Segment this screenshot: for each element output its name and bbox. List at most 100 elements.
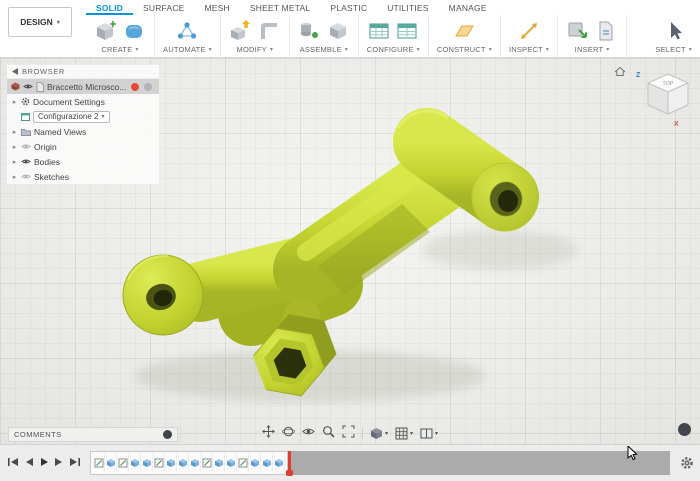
timeline-feature-sketch-icon[interactable]	[117, 453, 129, 473]
ribbon-group-inspect: INSPECT▾	[501, 15, 558, 58]
inspect-dropdown[interactable]: INSPECT▾	[509, 45, 549, 54]
ribbon: DESIGN ▾ SOLID SURFACE MESH SHEET METAL …	[0, 0, 700, 58]
step-back-icon	[24, 457, 34, 467]
configuration-table-button[interactable]	[367, 19, 391, 43]
tab-mesh[interactable]: MESH	[195, 0, 240, 15]
disclosure-icon[interactable]: ▸	[11, 143, 18, 151]
display-settings-button[interactable]: ▾	[370, 427, 388, 440]
new-component-button[interactable]	[94, 19, 118, 43]
timeline-feature-sketch-icon[interactable]	[93, 453, 105, 473]
construct-plane-button[interactable]	[452, 19, 476, 43]
browser-row-named-views[interactable]: ▸ Named Views	[7, 124, 159, 139]
automate-dropdown[interactable]: AUTOMATE▾	[163, 45, 212, 54]
timeline-settings-button[interactable]	[680, 456, 694, 470]
browser-row-origin[interactable]: ▸ Origin	[7, 139, 159, 154]
eye-icon[interactable]	[21, 173, 31, 180]
configuration-select[interactable]: Configurazione 2 ▾	[33, 111, 110, 123]
timeline-feature-sketch-icon[interactable]	[153, 453, 165, 473]
viewport-3d[interactable]: BROWSER Braccetto Microsco... ▸ Document…	[0, 58, 700, 444]
play-button[interactable]	[38, 453, 50, 473]
configuration-table-icon	[21, 113, 30, 121]
create-dropdown[interactable]: CREATE▾	[101, 45, 138, 54]
eye-icon[interactable]	[23, 83, 33, 90]
timeline-feature-extrude-icon[interactable]	[225, 453, 237, 473]
tab-sheet-metal[interactable]: SHEET METAL	[240, 0, 320, 15]
timeline-feature-extrude-icon[interactable]	[105, 453, 117, 473]
timeline-feature-extrude-icon[interactable]	[129, 453, 141, 473]
go-to-end-button[interactable]	[68, 453, 82, 473]
tab-manage[interactable]: MANAGE	[439, 0, 497, 15]
form-icon	[122, 19, 146, 43]
tab-surface[interactable]: SURFACE	[133, 0, 195, 15]
joint-button[interactable]	[298, 19, 322, 43]
insert-button[interactable]	[566, 19, 590, 43]
tab-solid[interactable]: SOLID	[86, 0, 133, 15]
insert-dropdown[interactable]: INSERT▾	[575, 45, 610, 54]
select-button[interactable]	[662, 19, 686, 43]
automate-button[interactable]	[175, 19, 199, 43]
timeline-feature-extrude-icon[interactable]	[189, 453, 201, 473]
construct-dropdown[interactable]: CONSTRUCT▾	[437, 45, 492, 54]
create-form-button[interactable]	[122, 19, 146, 43]
timeline-feature-sketch-icon[interactable]	[201, 453, 213, 473]
comment-indicator-icon[interactable]	[163, 430, 172, 439]
grid-and-snaps-button[interactable]: ▾	[395, 427, 413, 440]
modify-dropdown[interactable]: MODIFY▾	[237, 45, 274, 54]
comments-panel[interactable]: COMMENTS	[8, 427, 178, 442]
tab-plastic[interactable]: PLASTIC	[320, 0, 377, 15]
ribbon-group-insert: INSERT▾	[558, 15, 627, 58]
press-pull-button[interactable]	[229, 19, 253, 43]
disclosure-icon[interactable]: ▸	[11, 128, 18, 136]
timeline-feature-extrude-icon[interactable]	[273, 453, 285, 473]
fillet-button[interactable]	[257, 19, 281, 43]
timeline-feature-extrude-icon[interactable]	[213, 453, 225, 473]
timeline-track[interactable]	[291, 451, 670, 475]
zoom-button[interactable]	[322, 425, 335, 443]
eye-icon[interactable]	[21, 143, 31, 150]
orbit-button[interactable]	[282, 425, 295, 443]
timeline-feature-extrude-icon[interactable]	[249, 453, 261, 473]
home-view-icon[interactable]	[615, 68, 625, 76]
disclosure-icon[interactable]: ▸	[11, 98, 18, 106]
grid-icon	[395, 427, 408, 440]
browser-row-document-settings[interactable]: ▸ Document Settings	[7, 94, 159, 109]
fit-button[interactable]	[342, 425, 355, 443]
view-cube[interactable]: TOP Z X	[612, 64, 692, 132]
named-configuration-button[interactable]	[395, 19, 419, 43]
timeline-feature-extrude-icon[interactable]	[261, 453, 273, 473]
assemble-component-button[interactable]	[326, 19, 350, 43]
browser-header[interactable]: BROWSER	[7, 65, 159, 79]
tab-utilities[interactable]: UTILITIES	[377, 0, 438, 15]
measure-button[interactable]	[517, 19, 541, 43]
viewcube-top-label[interactable]: TOP	[662, 81, 674, 87]
assistant-button[interactable]	[678, 423, 691, 436]
configure-dropdown[interactable]: CONFIGURE▾	[367, 45, 420, 54]
timeline-feature-extrude-icon[interactable]	[165, 453, 177, 473]
insert-derive-button[interactable]	[594, 19, 618, 43]
browser-row-document[interactable]: Braccetto Microsco...	[7, 79, 159, 94]
sync-badge[interactable]	[144, 83, 152, 91]
look-at-button[interactable]	[302, 425, 315, 443]
disclosure-icon[interactable]: ▸	[11, 158, 18, 166]
timeline-feature-sketch-icon[interactable]	[237, 453, 249, 473]
timeline-feature-extrude-icon[interactable]	[141, 453, 153, 473]
timeline-feature-extrude-icon[interactable]	[177, 453, 189, 473]
go-to-start-button[interactable]	[6, 453, 20, 473]
chevron-down-icon: ▾	[209, 46, 212, 53]
timeline-position-marker[interactable]	[288, 451, 291, 475]
step-forward-button[interactable]	[53, 453, 65, 473]
viewports-button[interactable]: ▾	[420, 427, 438, 440]
display-settings-icon	[370, 427, 383, 440]
timeline-feature-strip[interactable]	[90, 451, 288, 475]
pan-button[interactable]	[262, 425, 275, 443]
step-back-button[interactable]	[23, 453, 35, 473]
issue-badge[interactable]	[131, 83, 139, 91]
chevron-down-icon: ▾	[101, 113, 104, 120]
select-dropdown[interactable]: SELECT▾	[655, 45, 692, 54]
browser-row-bodies[interactable]: ▸ Bodies	[7, 154, 159, 169]
browser-row-sketches[interactable]: ▸ Sketches	[7, 169, 159, 184]
eye-icon[interactable]	[21, 158, 31, 165]
disclosure-icon[interactable]: ▸	[11, 173, 18, 181]
design-menu-button[interactable]: DESIGN ▾	[8, 7, 72, 37]
assemble-dropdown[interactable]: ASSEMBLE▾	[300, 45, 348, 54]
